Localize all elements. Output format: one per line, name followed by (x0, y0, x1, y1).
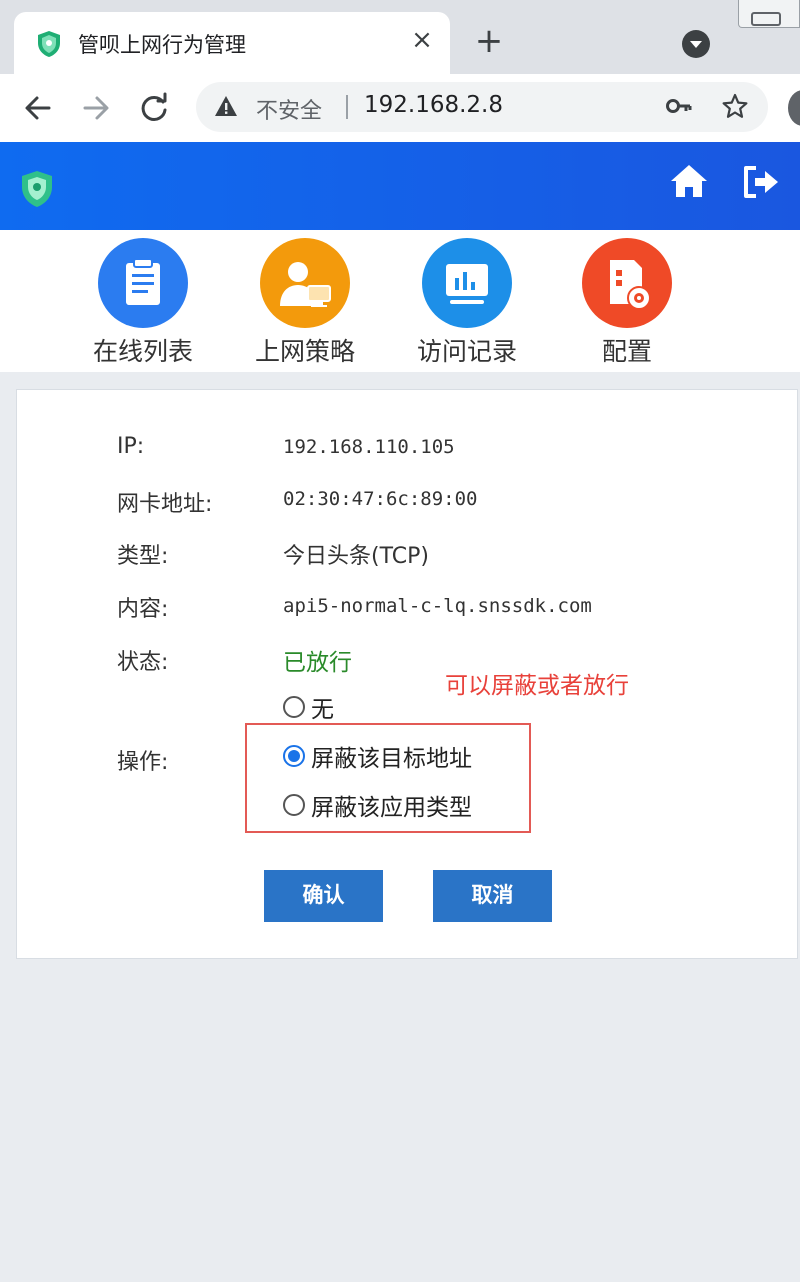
browser-tabstrip: 管呗上网行为管理 × + (0, 0, 800, 74)
radio-button[interactable] (283, 696, 305, 718)
nav-label[interactable]: 访问记录 (402, 332, 532, 368)
nav-item-internet-policy[interactable]: 上网策略 (240, 238, 370, 368)
type-label: 类型: (117, 544, 169, 569)
type-value: 今日头条(TCP) (283, 544, 429, 569)
address-bar[interactable]: 不安全 192.168.2.8 (196, 82, 768, 132)
tab-title: 管呗上网行为管理 (78, 33, 246, 57)
nav-label[interactable]: 上网策略 (240, 332, 370, 368)
confirm-button[interactable]: 确认 (264, 870, 383, 922)
nav-circle[interactable] (260, 238, 350, 328)
new-tab-button[interactable]: + (472, 24, 506, 58)
bookmark-star-icon[interactable] (722, 93, 748, 119)
browser-tab[interactable]: 管呗上网行为管理 × (14, 12, 450, 74)
content-value: api5-normal-c-lq.snssdk.com (283, 595, 592, 617)
chart-monitor-icon (446, 264, 488, 304)
warning-icon[interactable] (214, 95, 238, 117)
key-icon[interactable] (666, 96, 692, 116)
mac-value: 02:30:47:6c:89:00 (283, 488, 478, 510)
detail-panel: IP: 192.168.110.105 网卡地址: 02:30:47:6c:89… (16, 389, 798, 959)
radio-button[interactable] (283, 794, 305, 816)
nav-circle[interactable] (422, 238, 512, 328)
not-secure-label[interactable]: 不安全 (256, 93, 322, 125)
nav-circle[interactable] (582, 238, 672, 328)
radio-option-block-app-type[interactable]: 屏蔽该应用类型 (283, 788, 472, 822)
app-logo-shield-icon (22, 171, 52, 207)
profile-avatar[interactable] (788, 90, 800, 126)
settings-file-icon (610, 260, 651, 310)
radio-label[interactable]: 屏蔽该应用类型 (311, 788, 472, 822)
nav-label[interactable]: 配置 (562, 332, 692, 368)
reload-icon[interactable] (136, 90, 172, 126)
radio-option-none[interactable]: 无 (283, 690, 334, 724)
clipboard-icon (126, 258, 160, 305)
nav-item-settings[interactable]: 配置 (562, 238, 692, 368)
content-label: 内容: (117, 597, 169, 622)
radio-label[interactable]: 屏蔽该目标地址 (311, 739, 472, 773)
back-arrow-icon[interactable] (20, 90, 56, 126)
ip-label: IP: (117, 434, 145, 459)
browser-toolbar: 不安全 192.168.2.8 (0, 74, 800, 142)
action-label: 操作: (117, 750, 169, 775)
nav-circle[interactable] (98, 238, 188, 328)
cancel-button[interactable]: 取消 (433, 870, 552, 922)
tab-search-icon[interactable] (682, 30, 710, 58)
nav-item-access-log[interactable]: 访问记录 (402, 238, 532, 368)
mac-label: 网卡地址: (117, 492, 213, 517)
forward-arrow-icon[interactable] (78, 90, 114, 126)
app-header (0, 142, 800, 230)
logout-icon[interactable] (741, 164, 781, 200)
user-computer-icon (280, 262, 331, 307)
radio-option-block-target[interactable]: 屏蔽该目标地址 (283, 739, 472, 773)
nav-item-online-list[interactable]: 在线列表 (78, 238, 208, 368)
close-tab-icon[interactable]: × (408, 26, 436, 54)
address-separator (346, 95, 348, 119)
nav-menu: 在线列表 上网策略 访问记录 配置 (0, 230, 800, 372)
annotation-text: 可以屏蔽或者放行 (445, 673, 629, 699)
status-label: 状态: (117, 650, 169, 675)
nav-label[interactable]: 在线列表 (78, 332, 208, 368)
home-icon[interactable] (669, 162, 709, 200)
shield-icon (38, 31, 60, 57)
radio-button-selected[interactable] (283, 745, 305, 767)
status-value: 已放行 (283, 650, 352, 676)
restore-window-icon[interactable] (738, 0, 800, 28)
radio-label[interactable]: 无 (311, 690, 334, 724)
url-text[interactable]: 192.168.2.8 (364, 92, 503, 118)
ip-value: 192.168.110.105 (283, 436, 455, 458)
